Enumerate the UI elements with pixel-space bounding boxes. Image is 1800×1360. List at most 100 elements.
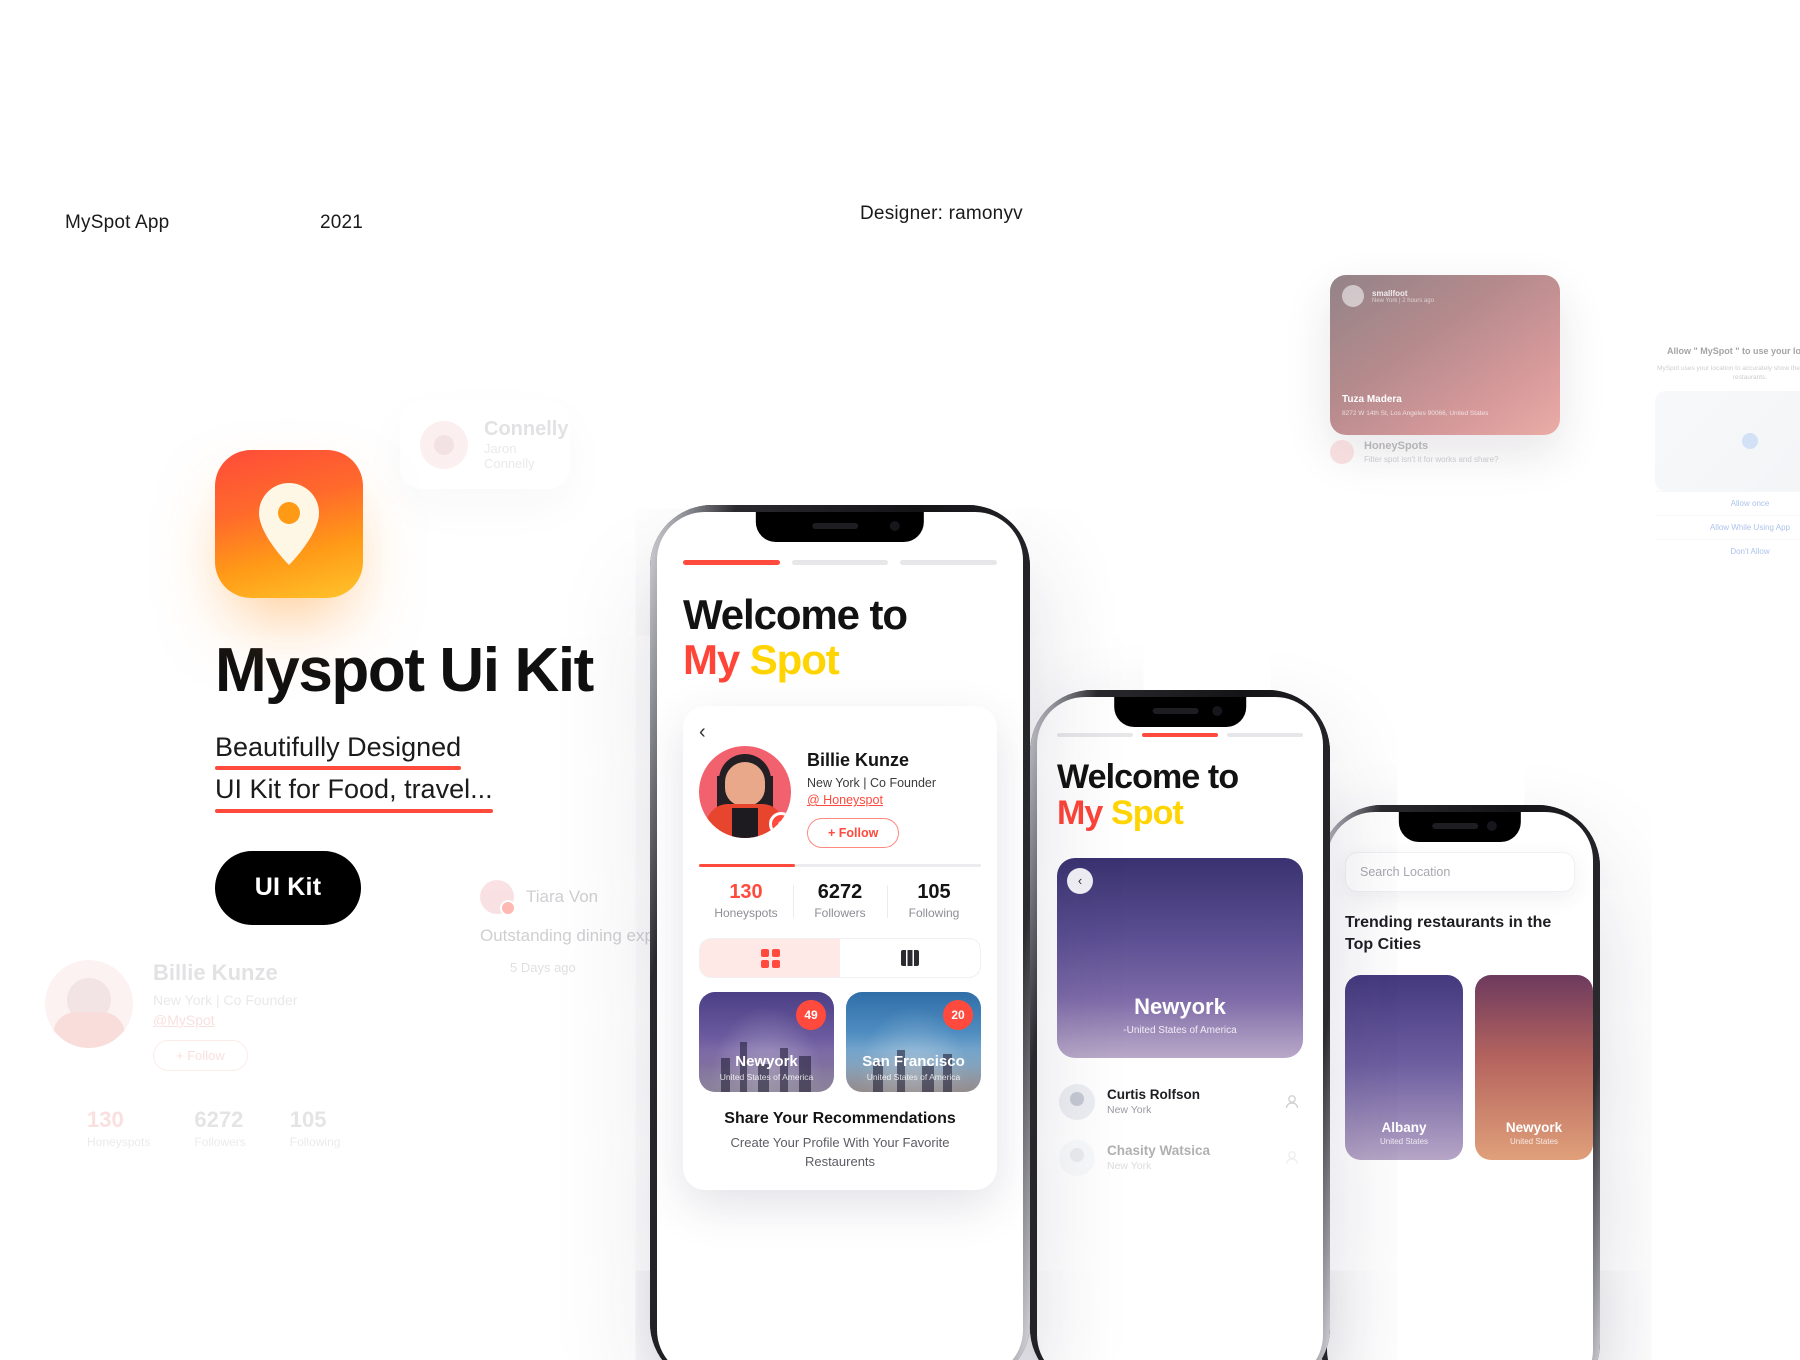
avatar — [699, 746, 791, 839]
mini-caption-name: HoneySpots — [1364, 440, 1429, 452]
phone-2-screen: Welcome to My Spot ‹ Newyork -United Sta… — [1037, 697, 1323, 1360]
phone-notch — [1114, 697, 1246, 727]
ui-kit-button[interactable]: UI Kit — [215, 850, 361, 925]
stat-following: 105 Following — [887, 881, 981, 922]
back-button[interactable]: ‹ — [1067, 867, 1093, 894]
step-indicator-3[interactable] — [1227, 733, 1303, 737]
city-card[interactable]: 49 Newyork United States of America — [699, 992, 834, 1093]
person-name: Chasity Watsica — [1107, 1143, 1211, 1159]
step-indicator-1[interactable] — [1057, 733, 1133, 737]
city-country: -United States of America — [1123, 1024, 1237, 1036]
mini-post-desc: 8272 W 14th St, Los Angeles 90066, Unite… — [1342, 410, 1489, 417]
stat-honeyspots: 130 Honeyspots — [699, 881, 793, 922]
step-indicator-2[interactable] — [1142, 733, 1218, 737]
map-pin-app-icon — [175, 420, 405, 650]
step-indicator-2[interactable] — [791, 560, 889, 565]
city-card[interactable]: Albany United States — [1345, 974, 1463, 1160]
ghost-profile-tag: @MySpot — [153, 1012, 215, 1028]
ghost-profile-name: Billie Kunze — [153, 960, 278, 985]
mini-post-user: smallfoot — [1372, 288, 1408, 298]
step-indicator-3[interactable] — [900, 560, 998, 565]
step-indicator-1[interactable] — [683, 560, 780, 565]
ghost-stat-label: Honeyspots — [87, 1135, 151, 1149]
back-button[interactable]: ‹ — [699, 722, 721, 742]
welcome-my: My — [683, 635, 740, 683]
ghost-follow-button: + Follow — [153, 1040, 248, 1071]
hero-subtitle-line1: Beautifully Designed — [215, 728, 462, 771]
permission-body: MySpot uses your location to accurately … — [1657, 364, 1800, 382]
person-name: Curtis Rolfson — [1107, 1087, 1200, 1103]
city-name: San Francisco — [862, 1053, 965, 1071]
featured-city-card[interactable]: ‹ Newyork -United States of America — [1057, 857, 1303, 1058]
ghost-stat: 130 Honeyspots — [87, 1107, 150, 1151]
ghost-profile-meta: New York | Co Founder — [153, 992, 298, 1008]
city-badge-count: 20 — [943, 1000, 973, 1031]
list-item[interactable]: Chasity Watsica New York — [1057, 1130, 1303, 1186]
welcome-spot: Spot — [1102, 794, 1184, 833]
phone-notch — [755, 512, 925, 542]
grid-view-toggle[interactable] — [700, 939, 840, 978]
person-sub: New York — [1107, 1160, 1152, 1173]
speaker-icon — [1152, 708, 1199, 714]
follow-button[interactable]: + Follow — [807, 818, 900, 849]
avatar — [1059, 1083, 1095, 1120]
phone-notch — [1398, 812, 1522, 842]
city-name: Newyork — [735, 1053, 798, 1071]
stat-value: 105 — [917, 881, 951, 904]
meta-designer: Designer: ramonyv — [860, 203, 1023, 224]
welcome-line-1: Welcome to — [683, 591, 908, 638]
city-name: Newyork — [1134, 993, 1226, 1019]
person-icon[interactable] — [1283, 1093, 1301, 1111]
location-badge-icon — [769, 812, 791, 837]
city-name: Newyork — [1505, 1119, 1563, 1135]
onboarding-steps — [1057, 733, 1303, 737]
permission-option-while-using[interactable]: Allow While Using App — [1655, 515, 1800, 539]
search-input[interactable]: Search Location — [1345, 852, 1575, 892]
profile-meta: New York | Co Founder — [807, 776, 937, 791]
permission-option-dont-allow[interactable]: Don't Allow — [1655, 539, 1800, 563]
phone-3-heading: Trending restaurants in the Top Cities — [1345, 914, 1552, 954]
share-title: Share Your Recommendations — [724, 1110, 956, 1128]
ghost-stat-value: 6272 — [194, 1107, 244, 1132]
map-view-toggle[interactable] — [840, 939, 980, 977]
speaker-icon — [812, 523, 859, 529]
profile-card: ‹ Billie Kunze New York | Co Founder @ H… — [683, 706, 997, 1190]
list-item[interactable]: Curtis Rolfson New York — [1057, 1074, 1303, 1130]
city-country: United States — [1379, 1136, 1429, 1146]
camera-icon — [890, 521, 901, 531]
avatar — [1342, 285, 1364, 307]
avatar — [480, 880, 516, 916]
ghost-stat: 6272 Followers — [194, 1107, 245, 1151]
map-pin-icon — [259, 483, 319, 565]
city-card[interactable]: 20 San Francisco United States of Americ… — [846, 992, 981, 1093]
ghost-stat: 105 Following — [290, 1107, 341, 1151]
phone-2-welcome: Welcome to My Spot — [1057, 759, 1303, 832]
permission-option-allow-once[interactable]: Allow once — [1655, 491, 1800, 515]
ghost-comment-name: Tiara Von — [526, 887, 599, 906]
camera-icon — [1487, 821, 1498, 831]
welcome-my: My — [1057, 794, 1103, 833]
phone-mockup-2: Welcome to My Spot ‹ Newyork -United Sta… — [1030, 690, 1330, 1360]
poster-canvas: MySpot App 2021 Designer: ramonyv Connel… — [0, 0, 1800, 1360]
permission-map-preview — [1655, 391, 1800, 492]
onboarding-steps — [683, 560, 998, 565]
ghost-stat-value: 130 — [87, 1107, 124, 1132]
welcome-line-1: Welcome to — [1057, 758, 1239, 796]
profile-name: Billie Kunze — [807, 750, 910, 771]
ghost-stat-label: Followers — [194, 1135, 246, 1149]
mini-caption-row: HoneySpots Filter spot isn't it for work… — [1330, 440, 1560, 464]
mini-post-card: smallfoot New York | 2 hours ago Tuza Ma… — [1330, 275, 1560, 435]
view-toggle-group — [699, 938, 981, 979]
phone-mockup-3: Search Location Trending restaurants in … — [1320, 805, 1600, 1360]
stat-label: Honeyspots — [714, 906, 778, 921]
profile-tag[interactable]: @ Honeyspot — [807, 793, 981, 807]
person-icon[interactable] — [1283, 1149, 1301, 1167]
city-name: Albany — [1381, 1119, 1427, 1135]
city-card[interactable]: Newyork United States — [1475, 974, 1593, 1160]
city-country: United States of America — [719, 1072, 814, 1083]
stat-value: 130 — [729, 881, 763, 904]
profile-stats: 130 Honeyspots 6272 Followers 105 Follow… — [699, 881, 981, 922]
city-country: United States — [1509, 1136, 1559, 1146]
ghost-stat-label: Following — [289, 1135, 341, 1149]
ghost-name: Connelly — [484, 418, 569, 440]
